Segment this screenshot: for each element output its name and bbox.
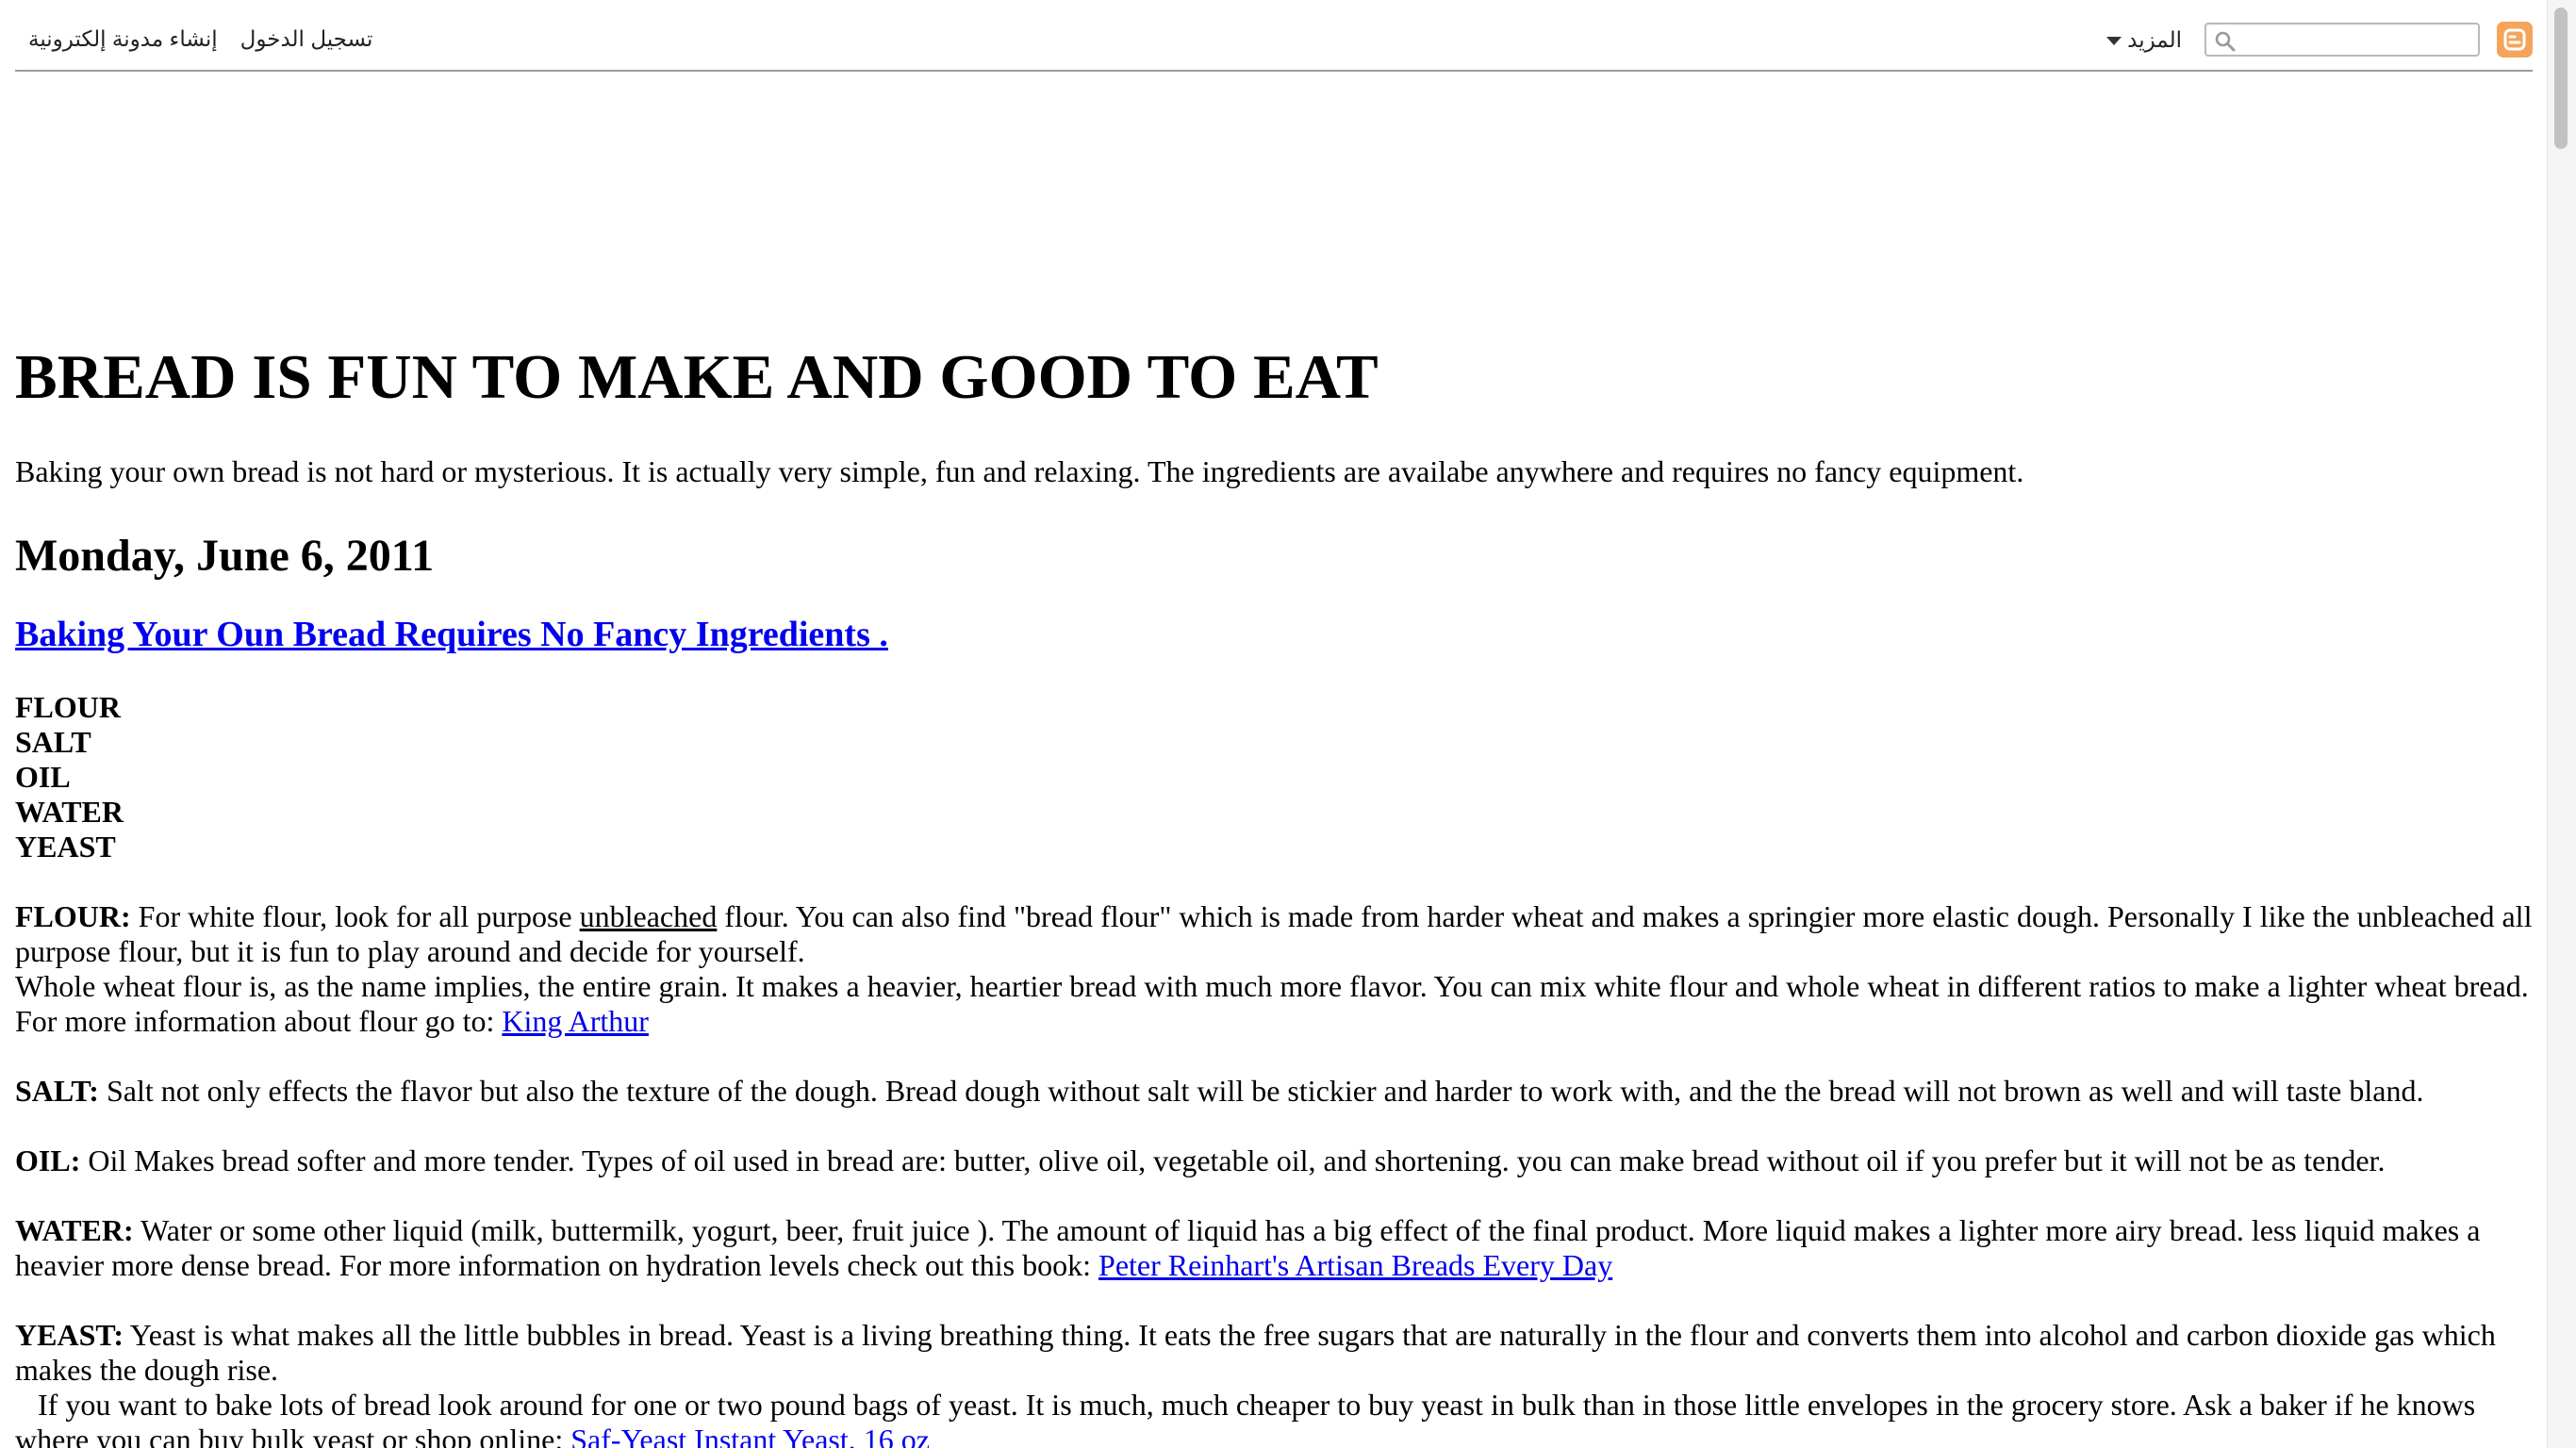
sign-in-link[interactable]: تسجيل الدخول — [240, 26, 373, 52]
chevron-down-icon — [2106, 37, 2122, 45]
more-menu-label: المزيد — [2127, 26, 2182, 52]
blogger-navbar: إنشاء مدونة إلكترونية تسجيل الدخول المزي… — [15, 0, 2533, 72]
ingredient-item: OIL — [15, 760, 71, 794]
navbar-tools: المزيد — [2106, 21, 2533, 58]
blog-content: BREAD IS FUN TO MAKE AND GOOD TO EAT Bak… — [15, 339, 2542, 1448]
blog-description: Baking your own bread is not hard or mys… — [15, 454, 2024, 488]
blog-title: BREAD IS FUN TO MAKE AND GOOD TO EAT — [15, 342, 1379, 412]
yeast-label: YEAST: — [15, 1318, 124, 1352]
more-menu-button[interactable]: المزيد — [2106, 27, 2182, 53]
oil-label: OIL: — [15, 1144, 81, 1177]
king-arthur-link[interactable]: King Arthur — [502, 1004, 649, 1038]
water-paragraph: WATER: Water or some other liquid (milk,… — [15, 1213, 2542, 1283]
blogger-b-icon — [2503, 28, 2526, 51]
salt-text: Salt not only effects the flavor but als… — [98, 1074, 2424, 1108]
post-title: Baking Your Oun Bread Requires No Fancy … — [15, 611, 2542, 658]
unbleached-text: unbleached — [579, 899, 718, 933]
reinhart-book-link[interactable]: Peter Reinhart's Artisan Breads Every Da… — [1098, 1248, 1612, 1282]
salt-label: SALT: — [15, 1074, 99, 1108]
ingredient-item: SALT — [15, 725, 91, 759]
salt-paragraph: SALT: Salt not only effects the flavor b… — [15, 1074, 2542, 1109]
ingredient-item: WATER — [15, 795, 124, 829]
flour-label: FLOUR: — [15, 899, 131, 933]
page-scrollbar[interactable] — [2547, 0, 2576, 1448]
search-icon — [2215, 31, 2236, 52]
water-label: WATER: — [15, 1213, 134, 1247]
oil-paragraph: OIL: Oil Makes bread softer and more ten… — [15, 1144, 2542, 1178]
ingredient-item: FLOUR — [15, 690, 121, 724]
post-body: FLOUR SALT OIL WATER YEAST FLOUR: For wh… — [15, 690, 2542, 1448]
yeast-bulk-text: If you want to bake lots of bread look a… — [15, 1388, 2484, 1448]
whole-wheat-text: Whole wheat flour is, as the name implie… — [15, 969, 2529, 1003]
scrollbar-thumb[interactable] — [2554, 8, 2568, 149]
navbar-account-links: إنشاء مدونة إلكترونية تسجيل الدخول — [28, 26, 372, 52]
oil-text: Oil Makes bread softer and more tender. … — [80, 1144, 2386, 1177]
ingredient-list: FLOUR SALT OIL WATER YEAST — [15, 690, 2542, 864]
post-title-link[interactable]: Baking Your Oun Bread Requires No Fancy … — [15, 615, 888, 654]
post-date-header: Monday, June 6, 2011 — [15, 531, 435, 581]
create-blog-link[interactable]: إنشاء مدونة إلكترونية — [28, 26, 218, 52]
ingredient-item: YEAST — [15, 830, 116, 864]
page: إنشاء مدونة إلكترونية تسجيل الدخول المزي… — [0, 0, 2576, 1448]
flour-text: For white flour, look for all purpose — [130, 899, 580, 933]
yeast-text: Yeast is what makes all the little bubbl… — [15, 1318, 2496, 1387]
flour-info-text: For more information about flour go to: — [15, 1004, 503, 1038]
blogger-logo-icon[interactable] — [2497, 22, 2533, 58]
search-input[interactable] — [2204, 23, 2480, 57]
flour-paragraph: FLOUR: For white flour, look for all pur… — [15, 899, 2542, 1039]
yeast-paragraph: YEAST: Yeast is what makes all the littl… — [15, 1318, 2542, 1448]
saf-yeast-link[interactable]: Saf-Yeast Instant Yeast, 16 oz — [570, 1423, 930, 1448]
